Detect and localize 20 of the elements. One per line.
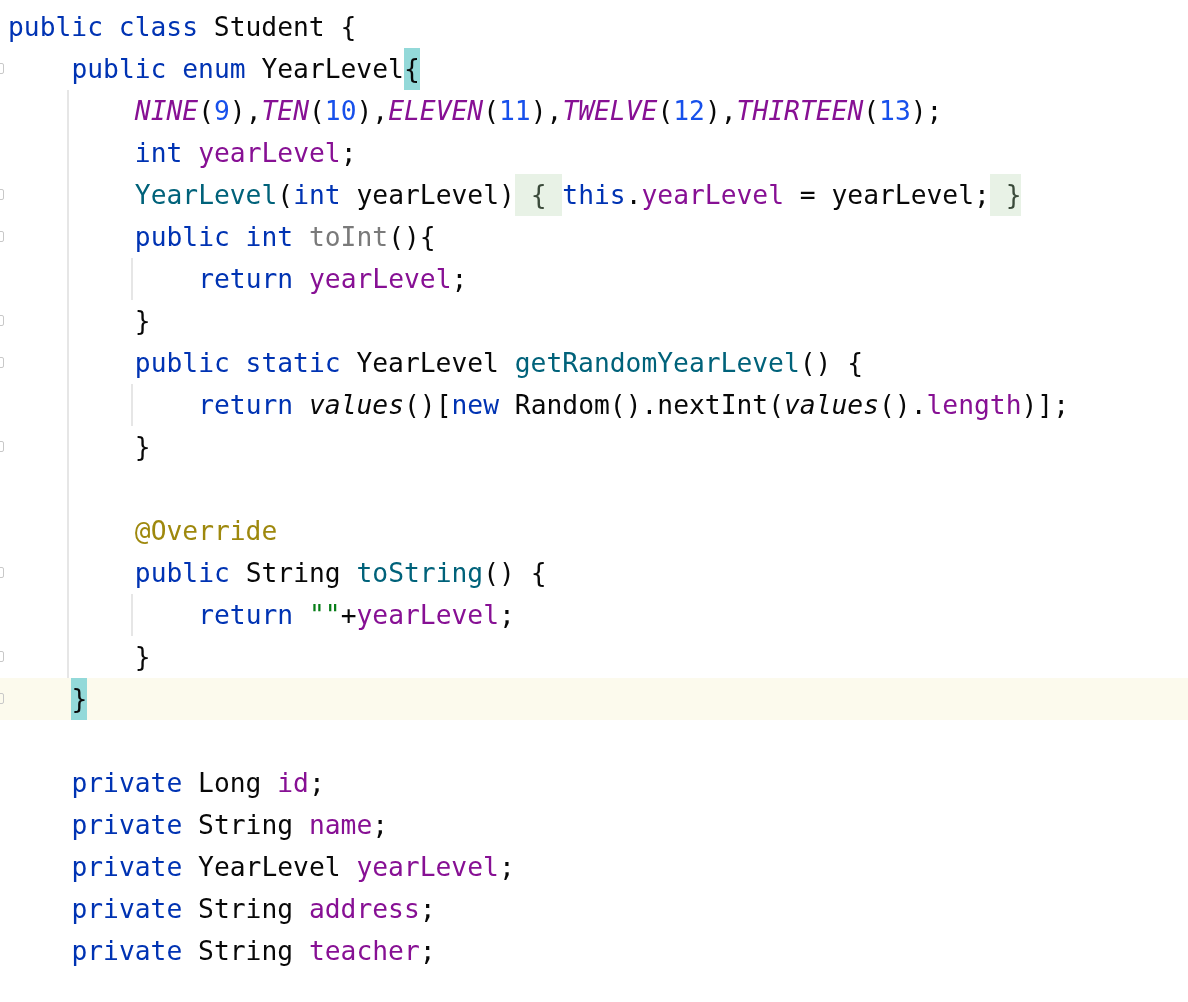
code-line: private Long id; (71, 767, 325, 800)
code-line: YearLevel(int yearLevel) { this.yearLevel = yearLevel; } (134, 174, 1022, 216)
code-line: return yearLevel; (198, 263, 468, 296)
code-line: } (134, 641, 151, 674)
code-line: @Override (134, 515, 278, 548)
code-line: public static YearLevel getRandomYearLevel() { (134, 347, 864, 380)
code-line: return values()[new Random().nextInt(values().length)]; (198, 389, 1069, 422)
code-line: public class Student { (8, 11, 357, 44)
code-line: int yearLevel; (134, 137, 357, 170)
code-line: private String address; (71, 893, 436, 926)
code-line: NINE(9),TEN(10),ELEVEN(11),TWELVE(12),THIRTEEN(13); (134, 95, 943, 128)
code-line: private String name; (71, 809, 389, 842)
code-line: public enum YearLevel{ (71, 48, 420, 90)
code-line: } (134, 431, 151, 464)
code-line: return ""+yearLevel; (198, 599, 515, 632)
code-line: private YearLevel yearLevel; (71, 851, 515, 884)
code-line: } (134, 305, 151, 338)
code-line: public String toString() { (134, 557, 547, 590)
code-line: private String teacher; (71, 935, 436, 968)
code-line: public int toInt(){ (134, 221, 436, 254)
